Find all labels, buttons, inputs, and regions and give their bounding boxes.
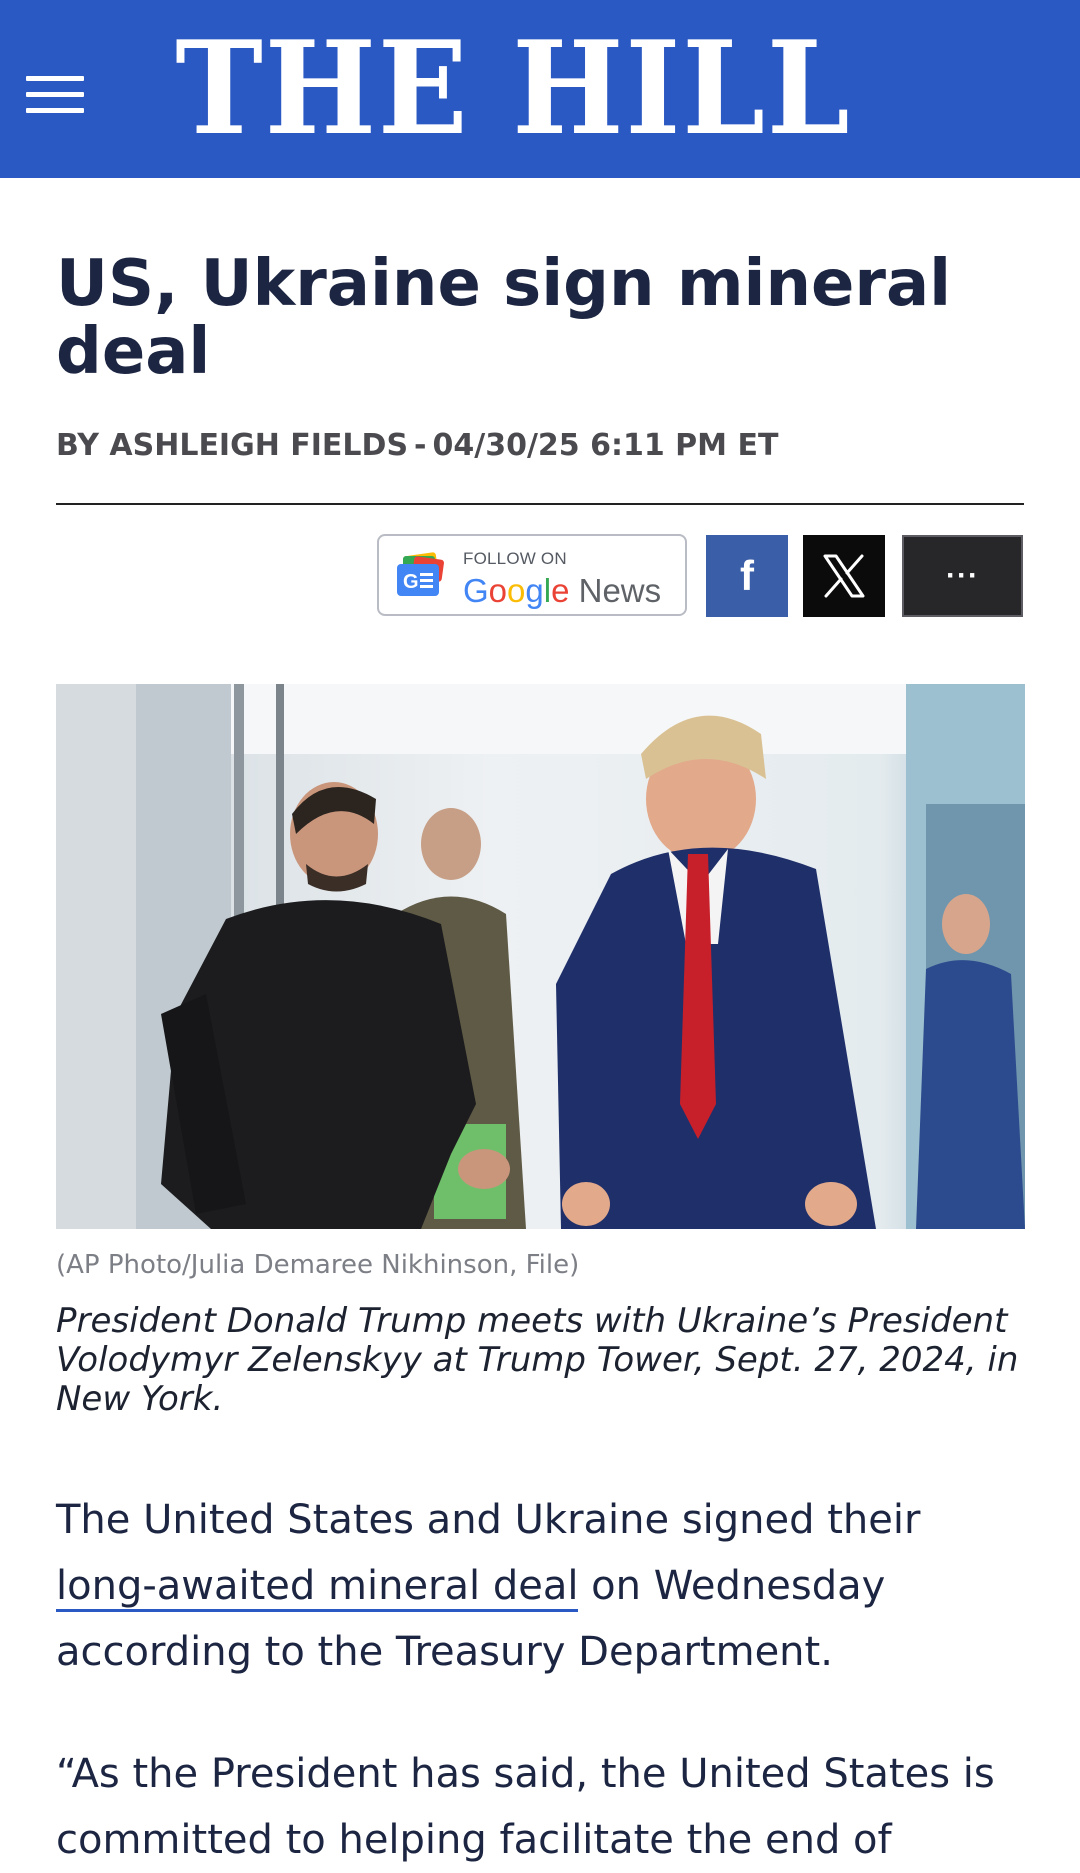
byline-separator: -: [414, 428, 427, 463]
menu-bar: [26, 92, 84, 97]
site-header: THE HILL: [0, 0, 1080, 178]
google-news-icon: G: [397, 552, 444, 596]
menu-bar: [26, 76, 84, 81]
share-facebook-button[interactable]: f: [706, 535, 788, 617]
more-icon: ···: [946, 559, 979, 592]
photo-credit: (AP Photo/Julia Demaree Nikhinson, File): [56, 1250, 580, 1280]
svg-text:G: G: [403, 571, 419, 593]
follow-on-google-news-button[interactable]: G FOLLOW ON Google News: [377, 534, 687, 616]
google-letter: o: [488, 572, 508, 609]
share-more-button[interactable]: ···: [902, 535, 1023, 617]
byline-datetime: 04/30/25 6:11 PM ET: [432, 428, 779, 463]
article-paragraph: The United States and Ukraine signed the…: [56, 1487, 1026, 1685]
article-title: US, Ukraine sign mineral deal: [56, 247, 952, 389]
news-word: News: [569, 572, 662, 609]
article-photo: [56, 684, 1025, 1229]
mineral-deal-link[interactable]: long-awaited mineral deal: [56, 1563, 579, 1612]
x-icon: [803, 535, 885, 617]
google-news-label: Google News: [463, 572, 661, 610]
google-letter: o: [507, 572, 526, 609]
google-letter: l: [543, 572, 552, 609]
follow-on-label: FOLLOW ON: [463, 549, 567, 568]
google-letter: e: [551, 572, 570, 609]
byline-divider: [56, 503, 1024, 505]
byline-author[interactable]: BY ASHLEIGH FIELDS: [56, 428, 408, 463]
facebook-icon: f: [740, 552, 754, 599]
article-paragraph: “As the President has said, the United S…: [56, 1751, 995, 1863]
google-letter: g: [525, 572, 544, 609]
paragraph-text: The United States and Ukraine signed the…: [56, 1497, 921, 1543]
menu-bar: [26, 108, 84, 113]
hamburger-menu-icon[interactable]: [26, 76, 84, 114]
article-byline: BY ASHLEIGH FIELDS -04/30/25 6:11 PM ET: [56, 426, 1016, 466]
google-letter: G: [463, 572, 489, 609]
share-x-button[interactable]: [803, 535, 885, 617]
photo-caption: President Donald Trump meets with Ukrain…: [56, 1301, 1019, 1419]
site-logo[interactable]: THE HILL: [150, 14, 877, 164]
